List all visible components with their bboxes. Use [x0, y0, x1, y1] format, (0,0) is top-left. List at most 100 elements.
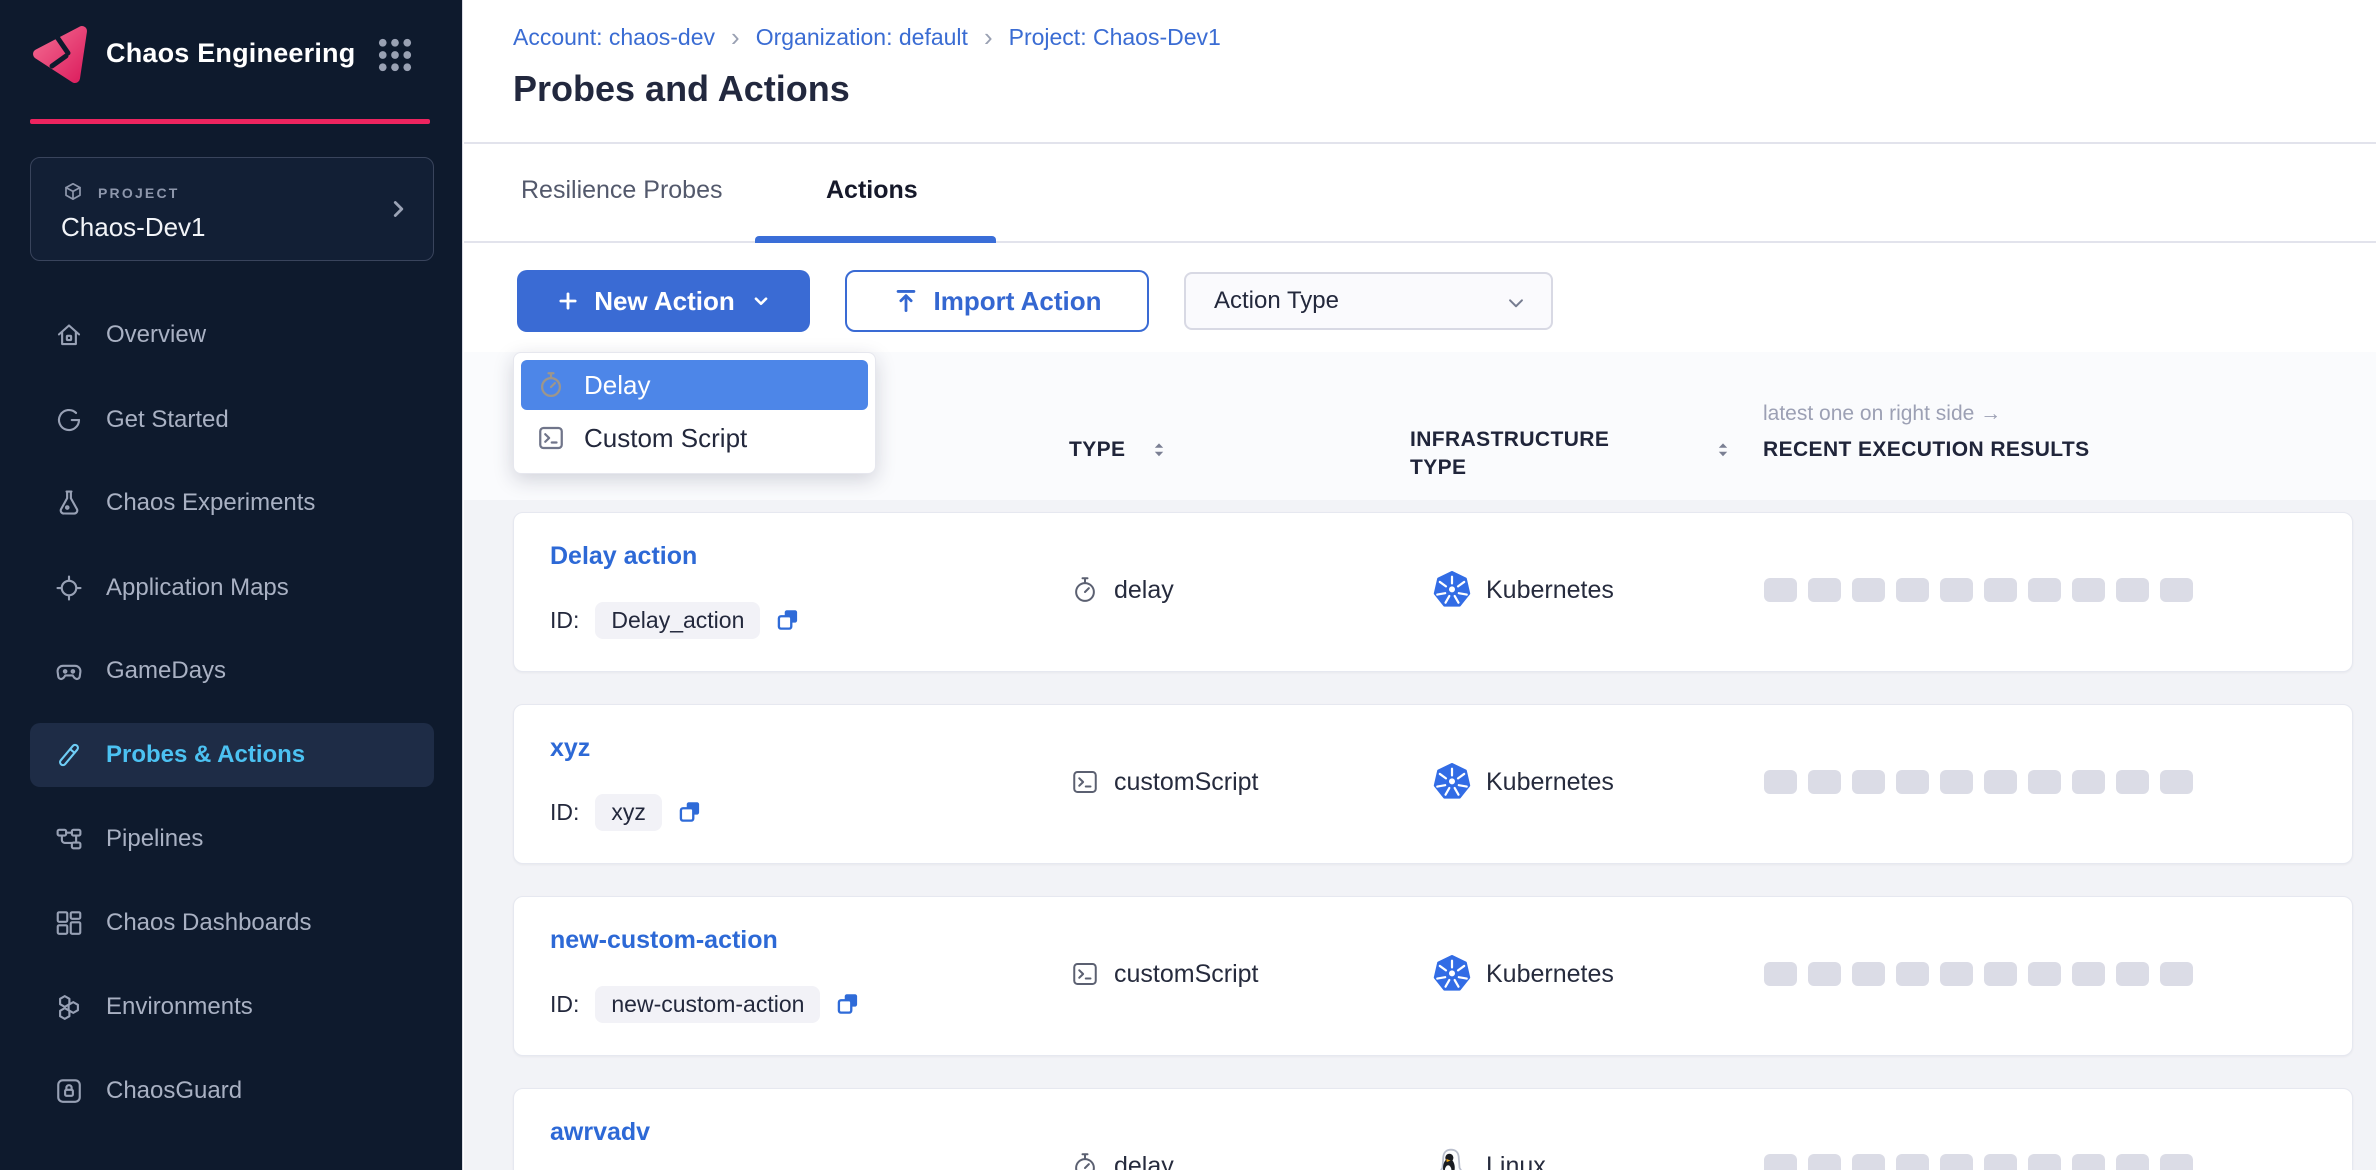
tab-actions[interactable]: Actions — [826, 176, 918, 205]
chevron-down-icon — [1503, 290, 1529, 316]
infrastructure-cell: Kubernetes — [1433, 752, 1614, 812]
execution-result-placeholder — [1852, 962, 1885, 986]
breadcrumb-project-link[interactable]: Project: Chaos-Dev1 — [1009, 24, 1221, 51]
sidebar-item-overview[interactable]: Overview — [30, 303, 434, 367]
pipeline-icon — [54, 824, 84, 854]
execution-result-placeholder — [2028, 1154, 2061, 1170]
new-action-button[interactable]: New Action — [517, 270, 810, 332]
type-cell: customScript — [1070, 944, 1258, 1004]
breadcrumb-account-link[interactable]: Account: chaos-dev — [513, 24, 715, 51]
menu-item-label: Delay — [584, 370, 650, 401]
recent-execution-results — [1764, 1154, 2193, 1170]
sidebar-item-label: Chaos Dashboards — [106, 909, 311, 937]
sidebar-item-chaos-experiments[interactable]: Chaos Experiments — [30, 471, 434, 535]
execution-result-placeholder — [2160, 578, 2193, 602]
project-name: Chaos-Dev1 — [61, 212, 206, 243]
tab-resilience-probes[interactable]: Resilience Probes — [521, 176, 723, 205]
app-title: Chaos Engineering — [106, 38, 355, 69]
menu-item-delay[interactable]: Delay — [521, 360, 868, 410]
execution-result-placeholder — [1984, 962, 2017, 986]
recent-execution-results — [1764, 962, 2193, 986]
execution-result-placeholder — [2160, 962, 2193, 986]
type-value: customScript — [1114, 768, 1258, 797]
action-type-filter[interactable]: Action Type — [1184, 272, 1553, 330]
table-row-new-custom-action: new-custom-actionID:new-custom-actioncus… — [513, 896, 2353, 1056]
new-action-dropdown-menu: Delay Custom Script — [513, 352, 876, 474]
flask-icon — [54, 488, 84, 518]
execution-result-placeholder — [1852, 578, 1885, 602]
action-name-link[interactable]: awrvadv — [550, 1118, 650, 1147]
module-switcher-grid-icon[interactable] — [374, 34, 416, 76]
import-action-label: Import Action — [933, 286, 1101, 317]
execution-result-placeholder — [2072, 770, 2105, 794]
home-icon — [54, 320, 84, 350]
sidebar-item-chaos-dashboards[interactable]: Chaos Dashboards — [30, 891, 434, 955]
sort-icon[interactable] — [1711, 438, 1735, 464]
stopwatch-icon — [1070, 1151, 1100, 1170]
menu-item-label: Custom Script — [584, 423, 747, 454]
action-type-filter-label: Action Type — [1214, 287, 1339, 315]
linux-icon — [1433, 1147, 1471, 1170]
execution-result-placeholder — [2072, 962, 2105, 986]
copy-icon[interactable] — [774, 606, 802, 634]
column-header-infrastructure: INFRASTRUCTURE TYPE — [1410, 426, 1670, 482]
execution-result-placeholder — [1808, 1154, 1841, 1170]
copy-icon[interactable] — [676, 798, 704, 826]
execution-result-placeholder — [1808, 578, 1841, 602]
sidebar-item-label: Probes & Actions — [106, 741, 305, 769]
execution-result-placeholder — [1764, 1154, 1797, 1170]
menu-item-custom-script[interactable]: Custom Script — [521, 410, 868, 466]
project-cube-icon — [61, 181, 85, 205]
execution-result-placeholder — [1764, 770, 1797, 794]
sidebar-item-label: Overview — [106, 321, 206, 349]
sidebar-item-application-maps[interactable]: Application Maps — [30, 556, 434, 620]
copy-icon[interactable] — [834, 990, 862, 1018]
recent-execution-results — [1764, 578, 2193, 602]
infrastructure-value: Linux — [1486, 1152, 1546, 1170]
hexagons-icon — [54, 992, 84, 1022]
action-name-link[interactable]: xyz — [550, 734, 590, 763]
execution-result-placeholder — [1896, 578, 1929, 602]
execution-result-placeholder — [1764, 578, 1797, 602]
dashboard-icon — [54, 908, 84, 938]
sidebar-item-chaosguard[interactable]: ChaosGuard — [30, 1059, 434, 1123]
execution-result-placeholder — [1940, 962, 1973, 986]
sidebar-item-label: Pipelines — [106, 825, 203, 853]
execution-result-placeholder — [2028, 962, 2061, 986]
sidebar-item-environments[interactable]: Environments — [30, 975, 434, 1039]
execution-result-placeholder — [1896, 770, 1929, 794]
sidebar-item-gamedays[interactable]: GameDays — [30, 639, 434, 703]
sidebar-item-pipelines[interactable]: Pipelines — [30, 807, 434, 871]
kubernetes-icon — [1433, 571, 1471, 609]
column-header-type: TYPE — [1069, 438, 1125, 462]
column-header-recent-results: RECENT EXECUTION RESULTS — [1763, 438, 2090, 462]
gamepad-icon — [54, 656, 84, 686]
test-tube-icon — [54, 740, 84, 770]
project-selector[interactable]: PROJECT Chaos-Dev1 — [30, 157, 434, 261]
kubernetes-icon — [1433, 955, 1471, 993]
sidebar: Chaos Engineering PROJECT Chaos-Dev1 Ove… — [0, 0, 463, 1170]
table-row-delay-action: Delay actionID:Delay_actiondelayKubernet… — [513, 512, 2353, 672]
infrastructure-cell: Kubernetes — [1433, 560, 1614, 620]
action-name-link[interactable]: new-custom-action — [550, 926, 778, 955]
stopwatch-icon — [536, 370, 566, 400]
app-window: Chaos Engineering PROJECT Chaos-Dev1 Ove… — [0, 0, 2376, 1170]
kubernetes-icon — [1433, 763, 1471, 801]
import-action-button[interactable]: Import Action — [845, 270, 1149, 332]
sidebar-item-probes-actions[interactable]: Probes & Actions — [30, 723, 434, 787]
execution-result-placeholder — [1940, 770, 1973, 794]
action-name-link[interactable]: Delay action — [550, 542, 697, 571]
action-id-row: ID:xyz — [550, 793, 704, 831]
execution-result-placeholder — [1896, 1154, 1929, 1170]
sidebar-item-get-started[interactable]: Get Started — [30, 388, 434, 452]
breadcrumb-separator: › — [984, 26, 993, 49]
sort-icon[interactable] — [1147, 438, 1171, 464]
sidebar-item-label: Application Maps — [106, 574, 289, 602]
execution-result-placeholder — [2116, 578, 2149, 602]
terminal-icon — [1070, 959, 1100, 989]
brand-accent-divider — [30, 119, 430, 124]
sidebar-item-label: Get Started — [106, 406, 229, 434]
breadcrumb: Account: chaos-dev › Organization: defau… — [513, 24, 1221, 51]
terminal-icon — [1070, 767, 1100, 797]
breadcrumb-org-link[interactable]: Organization: default — [756, 24, 968, 51]
